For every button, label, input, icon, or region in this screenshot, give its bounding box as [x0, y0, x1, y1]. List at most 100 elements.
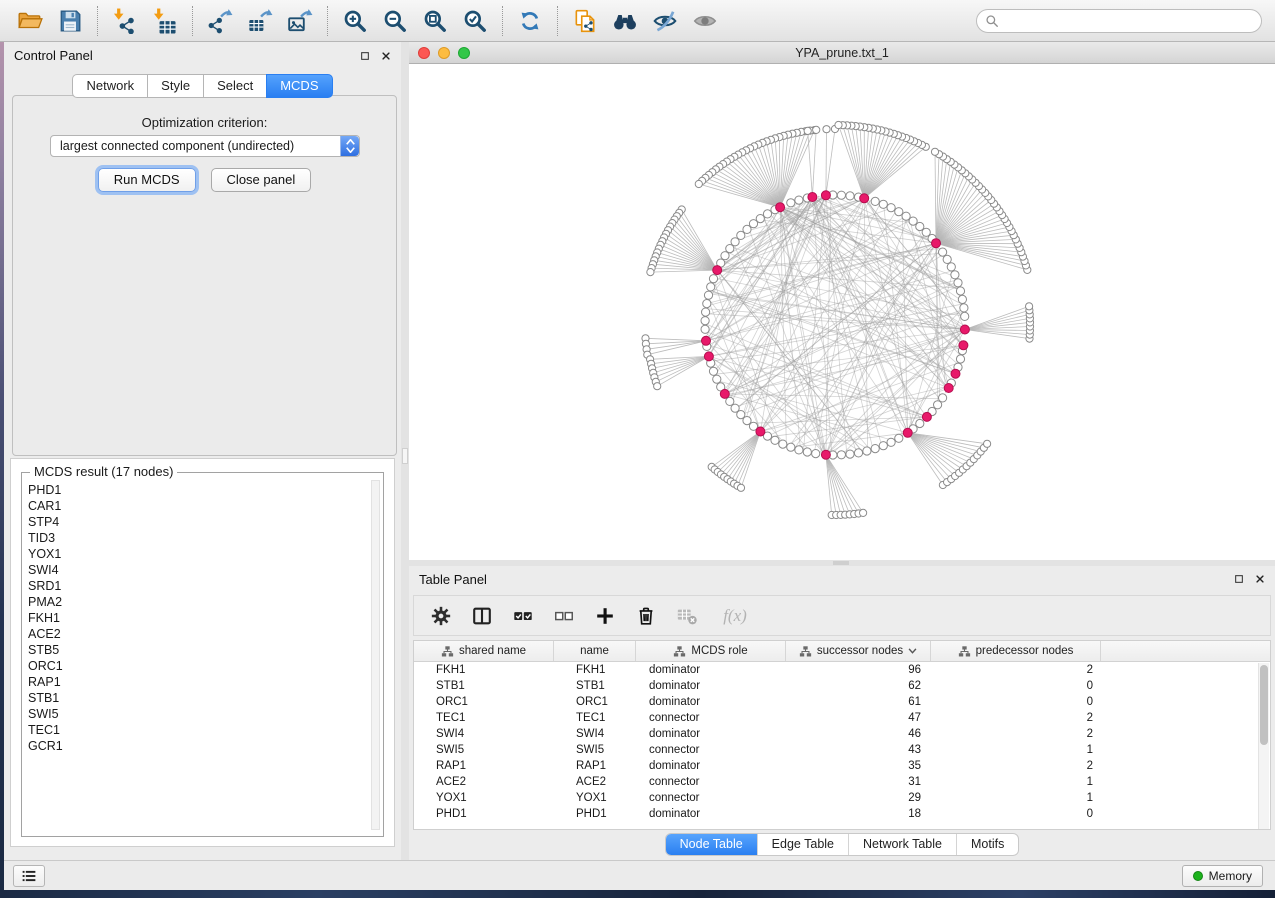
network-node[interactable] — [803, 448, 811, 456]
table-cell[interactable]: SWI4 — [554, 728, 636, 740]
table-cell[interactable]: YOX1 — [414, 792, 554, 804]
network-hub-node[interactable] — [720, 389, 729, 398]
table-cell[interactable]: ORC1 — [554, 696, 636, 708]
network-canvas[interactable] — [409, 64, 1275, 560]
zoom-fit-button[interactable] — [415, 3, 455, 39]
vertical-splitter[interactable] — [401, 42, 409, 860]
network-node[interactable] — [707, 283, 715, 291]
tab-style[interactable]: Style — [147, 74, 203, 98]
network-node[interactable] — [787, 443, 795, 451]
column-header-MCDS-role[interactable]: MCDS role — [636, 641, 786, 661]
tab-network[interactable]: Network — [72, 74, 147, 98]
network-node[interactable] — [749, 220, 757, 228]
mcds-result-item[interactable]: STB1 — [26, 690, 367, 706]
network-node[interactable] — [763, 210, 771, 218]
table-row[interactable]: ACE2ACE2connector311 — [414, 774, 1270, 790]
mcds-result-item[interactable]: PHD1 — [26, 482, 367, 498]
table-cell[interactable]: 1 — [931, 744, 1101, 756]
create-column-button[interactable] — [592, 603, 618, 629]
network-hub-node[interactable] — [821, 450, 830, 459]
network-node[interactable] — [871, 445, 879, 453]
table-cell[interactable]: 62 — [786, 680, 931, 692]
network-hub-node[interactable] — [702, 336, 711, 345]
table-cell[interactable]: PHD1 — [554, 808, 636, 820]
network-node[interactable] — [960, 304, 968, 312]
mcds-list-scrollbar[interactable] — [371, 480, 380, 830]
network-node[interactable] — [909, 217, 917, 225]
table-cell[interactable]: ACE2 — [414, 776, 554, 788]
table-cell[interactable]: FKH1 — [554, 664, 636, 676]
network-node[interactable] — [871, 197, 879, 205]
network-node[interactable] — [947, 263, 955, 271]
network-node[interactable] — [961, 312, 969, 320]
search-box[interactable] — [976, 9, 1262, 33]
network-hub-node[interactable] — [808, 193, 817, 202]
table-cell[interactable]: RAP1 — [414, 760, 554, 772]
network-node[interactable] — [709, 275, 717, 283]
network-node[interactable] — [956, 287, 964, 295]
tab-motifs[interactable]: Motifs — [956, 834, 1018, 855]
network-node[interactable] — [701, 317, 709, 325]
mcds-result-item[interactable]: SWI4 — [26, 562, 367, 578]
network-node[interactable] — [795, 446, 803, 454]
table-cell[interactable]: dominator — [636, 664, 786, 676]
tab-node-table[interactable]: Node Table — [666, 834, 757, 855]
network-node[interactable] — [916, 419, 924, 427]
search-input[interactable] — [1004, 13, 1253, 29]
mcds-result-item[interactable]: ACE2 — [26, 626, 367, 642]
network-node[interactable] — [879, 200, 887, 208]
network-leaf-node[interactable] — [654, 383, 661, 390]
export-image-button[interactable] — [280, 3, 320, 39]
network-hub-node[interactable] — [704, 352, 713, 361]
network-node[interactable] — [943, 255, 951, 263]
table-cell[interactable]: connector — [636, 712, 786, 724]
mcds-result-item[interactable]: GCR1 — [26, 738, 367, 754]
import-table-button[interactable] — [145, 3, 185, 39]
table-cell[interactable]: 0 — [931, 808, 1101, 820]
table-cell[interactable]: 96 — [786, 664, 931, 676]
network-node[interactable] — [771, 436, 779, 444]
network-node[interactable] — [956, 355, 964, 363]
zoom-selected-button[interactable] — [455, 3, 495, 39]
network-node[interactable] — [837, 191, 845, 199]
network-leaf-node[interactable] — [737, 484, 744, 491]
table-cell[interactable]: 31 — [786, 776, 931, 788]
network-leaf-node[interactable] — [823, 126, 830, 133]
network-node[interactable] — [902, 212, 910, 220]
table-cell[interactable]: 47 — [786, 712, 931, 724]
table-cell[interactable]: connector — [636, 744, 786, 756]
network-node[interactable] — [812, 450, 820, 458]
network-node[interactable] — [703, 300, 711, 308]
table-cell[interactable]: YOX1 — [554, 792, 636, 804]
network-leaf-node[interactable] — [931, 148, 938, 155]
table-cell[interactable]: SWI4 — [414, 728, 554, 740]
table-cell[interactable]: SWI5 — [414, 744, 554, 756]
mcds-result-item[interactable]: TEC1 — [26, 722, 367, 738]
table-scrollbar[interactable] — [1258, 663, 1269, 829]
run-mcds-button[interactable]: Run MCDS — [98, 168, 196, 192]
network-hub-node[interactable] — [922, 412, 931, 421]
network-node[interactable] — [779, 440, 787, 448]
splitter-grip[interactable] — [402, 448, 408, 464]
table-cell[interactable]: 1 — [931, 792, 1101, 804]
column-header-predecessor-nodes[interactable]: predecessor nodes — [931, 641, 1101, 661]
mcds-result-item[interactable]: STP4 — [26, 514, 367, 530]
network-node[interactable] — [846, 450, 854, 458]
table-cell[interactable]: TEC1 — [554, 712, 636, 724]
table-row[interactable]: PHD1PHD1dominator180 — [414, 806, 1270, 822]
table-cell[interactable]: ACE2 — [554, 776, 636, 788]
network-node[interactable] — [713, 375, 721, 383]
table-cell[interactable]: 46 — [786, 728, 931, 740]
table-cell[interactable]: connector — [636, 776, 786, 788]
table-row[interactable]: YOX1YOX1connector291 — [414, 790, 1270, 806]
network-node[interactable] — [879, 442, 887, 450]
network-node[interactable] — [721, 252, 729, 260]
table-cell[interactable]: ORC1 — [414, 696, 554, 708]
table-cell[interactable]: 2 — [931, 728, 1101, 740]
table-cell[interactable]: 1 — [931, 776, 1101, 788]
table-cell[interactable]: 2 — [931, 760, 1101, 772]
network-node[interactable] — [743, 417, 751, 425]
tab-mcds[interactable]: MCDS — [266, 74, 332, 98]
table-cell[interactable]: SWI5 — [554, 744, 636, 756]
network-hub-node[interactable] — [932, 239, 941, 248]
